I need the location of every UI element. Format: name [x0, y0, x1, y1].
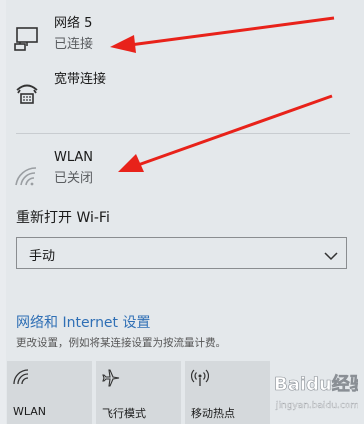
network-flyout: 网络 5 已连接 宽带连接 WLAN 已关闭 重新打开 Wi-Fi 手动 网络和… [0, 0, 364, 424]
settings-description: 更改设置，例如将某连接设置为按流量计费。 [16, 337, 226, 349]
left-edge [0, 0, 6, 424]
network-status: 已连接 [54, 37, 94, 52]
airplane-icon [102, 369, 120, 387]
network-settings-link[interactable]: 网络和 Internet 设置 [16, 312, 151, 332]
hotspot-icon [190, 369, 210, 387]
network-name: WLAN [54, 150, 94, 165]
network-item-ethernet[interactable]: 网络 5 已连接 [0, 16, 364, 56]
wifi-reopen-dropdown[interactable]: 手动 [16, 237, 347, 269]
reopen-wifi-label: 重新打开 Wi-Fi [16, 210, 110, 226]
divider [16, 133, 350, 134]
quick-action-hotspot[interactable]: 移动热点 [185, 361, 270, 424]
tile-label: 飞行模式 [102, 407, 146, 420]
quick-action-wlan[interactable]: WLAN [7, 361, 92, 424]
ethernet-icon [14, 26, 42, 54]
quick-action-airplane[interactable]: 飞行模式 [96, 361, 181, 424]
svg-text:Baidu经验: Baidu经验 [274, 373, 358, 395]
chevron-down-icon [324, 247, 338, 261]
network-name: 网络 5 [54, 16, 93, 31]
baidu-jingyan-watermark: Baidu经验 jingyan.baidu.com [272, 366, 364, 420]
dropdown-value: 手动 [29, 249, 56, 264]
svg-text:jingyan.baidu.com: jingyan.baidu.com [275, 401, 358, 411]
network-item-wlan[interactable]: WLAN 已关闭 [0, 150, 364, 190]
tile-label: WLAN [13, 405, 47, 418]
tile-label: 移动热点 [191, 407, 235, 420]
wifi-icon [14, 166, 42, 194]
network-name: 宽带连接 [54, 72, 107, 87]
network-status: 已关闭 [54, 171, 94, 186]
wifi-icon [13, 369, 31, 387]
network-item-broadband[interactable]: 宽带连接 [0, 72, 364, 108]
dialup-icon [14, 82, 42, 110]
